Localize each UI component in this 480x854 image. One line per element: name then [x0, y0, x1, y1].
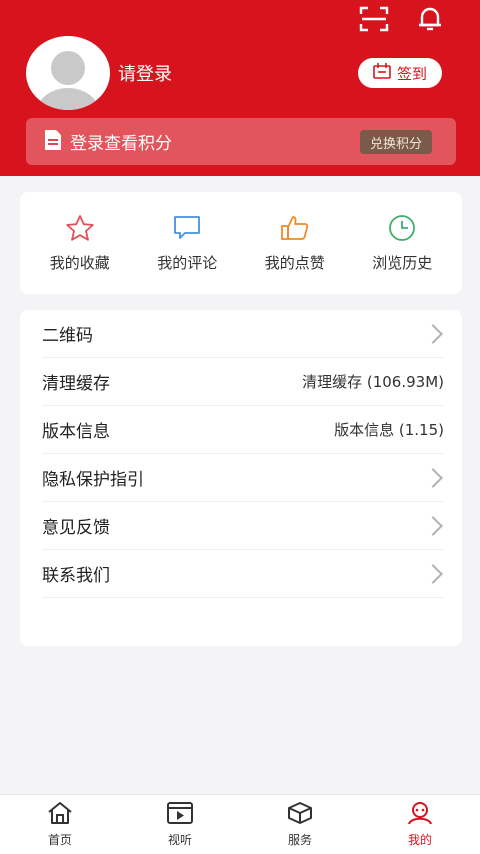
- star-icon: [65, 214, 95, 246]
- avatar[interactable]: [26, 36, 110, 110]
- points-bar[interactable]: 登录查看积分 兑换积分: [26, 118, 456, 165]
- quick-action-comments[interactable]: 我的评论: [137, 214, 237, 273]
- menu-item-label: 二维码: [42, 326, 93, 346]
- version-value: 版本信息 (1.15): [334, 421, 444, 439]
- sign-in-label: 签到: [396, 64, 427, 83]
- box-icon: [286, 801, 314, 829]
- menu-item-qr-code[interactable]: 二维码: [42, 310, 444, 358]
- quick-actions: 我的收藏 我的评论 我的点赞 浏览历史: [20, 192, 462, 294]
- quick-action-label: 我的收藏: [49, 253, 110, 272]
- video-icon: [166, 801, 194, 829]
- quick-action-label: 我的点赞: [264, 253, 325, 272]
- scan-icon[interactable]: [358, 4, 390, 34]
- header-actions: [358, 4, 446, 34]
- points-text: 登录查看积分: [70, 134, 172, 154]
- notification-bell-icon[interactable]: [414, 4, 446, 34]
- menu-item-version[interactable]: 版本信息 版本信息 (1.15): [42, 406, 444, 454]
- menu-item-label: 意见反馈: [42, 518, 110, 538]
- tab-label: 视听: [167, 833, 192, 847]
- tab-profile[interactable]: 我的: [380, 801, 460, 854]
- tab-services[interactable]: 服务: [260, 801, 340, 854]
- chevron-right-icon: [423, 515, 443, 536]
- sign-in-button[interactable]: 签到: [358, 58, 442, 88]
- comment-icon: [172, 214, 202, 246]
- menu-item-privacy[interactable]: 隐私保护指引: [42, 454, 444, 502]
- exchange-points-button[interactable]: 兑换积分: [359, 130, 432, 154]
- chevron-right-icon: [423, 323, 443, 344]
- tab-label: 我的: [407, 833, 432, 847]
- login-prompt[interactable]: 请登录: [118, 60, 172, 86]
- tab-video[interactable]: 视听: [140, 801, 220, 854]
- tab-label: 服务: [287, 833, 312, 847]
- quick-action-likes[interactable]: 我的点赞: [245, 214, 345, 273]
- menu-item-label: 版本信息: [42, 422, 110, 442]
- tab-home[interactable]: 首页: [20, 801, 100, 854]
- calendar-icon: [373, 63, 391, 83]
- tab-label: 首页: [47, 833, 72, 847]
- quick-action-favorites[interactable]: 我的收藏: [30, 214, 130, 273]
- menu-item-clear-cache[interactable]: 清理缓存 清理缓存 (106.93M): [42, 358, 444, 406]
- settings-menu: 二维码 清理缓存 清理缓存 (106.93M) 版本信息 版本信息 (1.15)…: [20, 310, 462, 646]
- chevron-right-icon: [423, 467, 443, 488]
- quick-action-label: 浏览历史: [372, 253, 433, 272]
- menu-item-feedback[interactable]: 意见反馈: [42, 502, 444, 550]
- bottom-tab-bar: 首页 视听 服务 我的: [0, 794, 480, 854]
- profile-icon: [406, 801, 434, 829]
- clock-icon: [387, 214, 417, 246]
- menu-item-label: 隐私保护指引: [42, 470, 144, 490]
- menu-item-label: 清理缓存: [42, 374, 110, 394]
- chevron-right-icon: [423, 563, 443, 584]
- quick-action-label: 我的评论: [157, 253, 218, 272]
- home-icon: [46, 801, 74, 829]
- menu-item-contact[interactable]: 联系我们: [42, 550, 444, 598]
- quick-action-history[interactable]: 浏览历史: [352, 214, 452, 273]
- document-icon: [44, 129, 62, 155]
- cache-size-value: 清理缓存 (106.93M): [302, 373, 444, 391]
- menu-item-label: 联系我们: [42, 566, 110, 586]
- profile-header: 请登录 签到 登录查看积分 兑换积分: [0, 0, 480, 176]
- thumbs-up-icon: [280, 214, 310, 246]
